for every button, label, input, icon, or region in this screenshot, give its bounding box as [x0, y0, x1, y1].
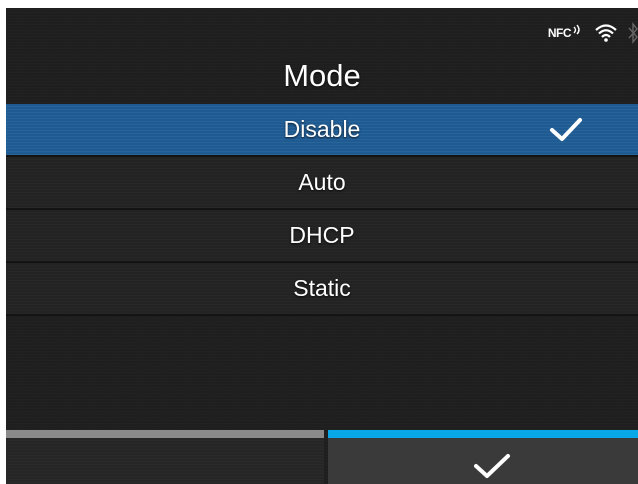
- option-label: DHCP: [289, 222, 355, 248]
- option-static[interactable]: Static: [6, 263, 638, 316]
- page-title: Mode: [283, 58, 361, 93]
- option-label: Disable: [283, 116, 361, 142]
- option-auto[interactable]: Auto: [6, 157, 638, 210]
- check-icon: [550, 118, 582, 141]
- option-label: Auto: [298, 169, 346, 195]
- checkmark-icon: [474, 454, 510, 478]
- back-button[interactable]: [6, 430, 324, 484]
- printer-display-screen: NFC Mode Disable Auto DHCP Static: [6, 8, 638, 484]
- wifi-icon: [594, 23, 618, 43]
- status-icons: NFC: [548, 16, 638, 50]
- nfc-waves-icon: [573, 24, 580, 35]
- nfc-icon: NFC: [547, 24, 584, 40]
- bluetooth-icon: [628, 22, 638, 44]
- nfc-label: NFC: [547, 26, 572, 40]
- mode-option-list: Disable Auto DHCP Static: [6, 104, 638, 316]
- option-dhcp[interactable]: DHCP: [6, 210, 638, 263]
- option-disable[interactable]: Disable: [6, 104, 638, 157]
- footer-bar: [6, 430, 638, 484]
- confirm-button[interactable]: [328, 430, 638, 484]
- option-label: Static: [293, 275, 351, 301]
